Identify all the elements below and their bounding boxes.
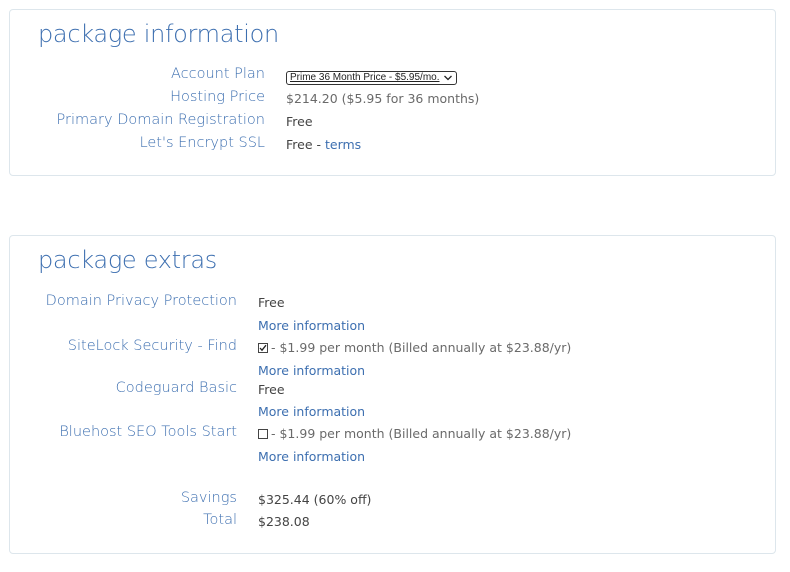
extra-value: - $1.99 per month (Billed annually at $2… [271, 426, 572, 441]
account-plan-select[interactable]: Prime 36 Month Price - $5.95/mo. [286, 68, 457, 85]
domain-registration-label: Primary Domain Registration [56, 112, 265, 128]
account-plan-label: Account Plan [170, 66, 265, 82]
extra-sitelock-row: SiteLock Security - Find - $1.99 per mon… [10, 338, 775, 358]
extra-codeguard-row: Codeguard Basic Free [10, 380, 775, 400]
total-row: Total $238.08 [10, 512, 775, 532]
extra-value: Free [258, 382, 285, 397]
more-information-link[interactable]: More information [258, 449, 365, 464]
hosting-price-label: Hosting Price [170, 89, 265, 105]
total-value: $238.08 [258, 514, 310, 529]
more-information-link[interactable]: More information [258, 404, 365, 419]
chevron-down-icon [443, 75, 452, 80]
domain-registration-row: Primary Domain Registration Free [10, 112, 775, 132]
seo-tools-checkbox[interactable] [258, 429, 268, 439]
package-extras-title: package extras [38, 246, 217, 274]
more-information-link[interactable]: More information [258, 363, 365, 378]
ssl-terms-link[interactable]: terms [325, 137, 361, 152]
checkmark-icon [259, 344, 267, 352]
extra-value: - $1.99 per month (Billed annually at $2… [271, 340, 572, 355]
ssl-row: Let's Encrypt SSL Free - terms [10, 135, 775, 155]
package-information-title: package information [38, 20, 279, 48]
savings-row: Savings $325.44 (60% off) [10, 490, 775, 510]
package-extras-panel: package extras Domain Privacy Protection… [9, 235, 776, 554]
ssl-label: Let's Encrypt SSL [139, 135, 265, 151]
hosting-price-value: $214.20 ($5.95 for 36 months) [286, 91, 480, 106]
extra-value: Free [258, 295, 285, 310]
savings-value: $325.44 (60% off) [258, 492, 372, 507]
extra-label: Bluehost SEO Tools Start [59, 424, 237, 440]
package-information-panel: package information Account Plan Prime 3… [9, 9, 776, 176]
sitelock-checkbox[interactable] [258, 343, 268, 353]
extra-label: SiteLock Security - Find [67, 338, 237, 354]
savings-label: Savings [180, 490, 237, 506]
account-plan-selected: Prime 36 Month Price - $5.95/mo. [290, 72, 440, 83]
domain-registration-value: Free [286, 114, 313, 129]
ssl-value: Free - [286, 137, 325, 152]
extra-label: Domain Privacy Protection [45, 293, 237, 309]
total-label: Total [203, 512, 237, 528]
more-information-link[interactable]: More information [258, 318, 365, 333]
extra-label: Codeguard Basic [115, 380, 237, 396]
hosting-price-row: Hosting Price $214.20 ($5.95 for 36 mont… [10, 89, 775, 109]
account-plan-row: Account Plan Prime 36 Month Price - $5.9… [10, 66, 775, 86]
extra-domain-privacy-row: Domain Privacy Protection Free [10, 293, 775, 313]
extra-seo-tools-row: Bluehost SEO Tools Start - $1.99 per mon… [10, 424, 775, 444]
